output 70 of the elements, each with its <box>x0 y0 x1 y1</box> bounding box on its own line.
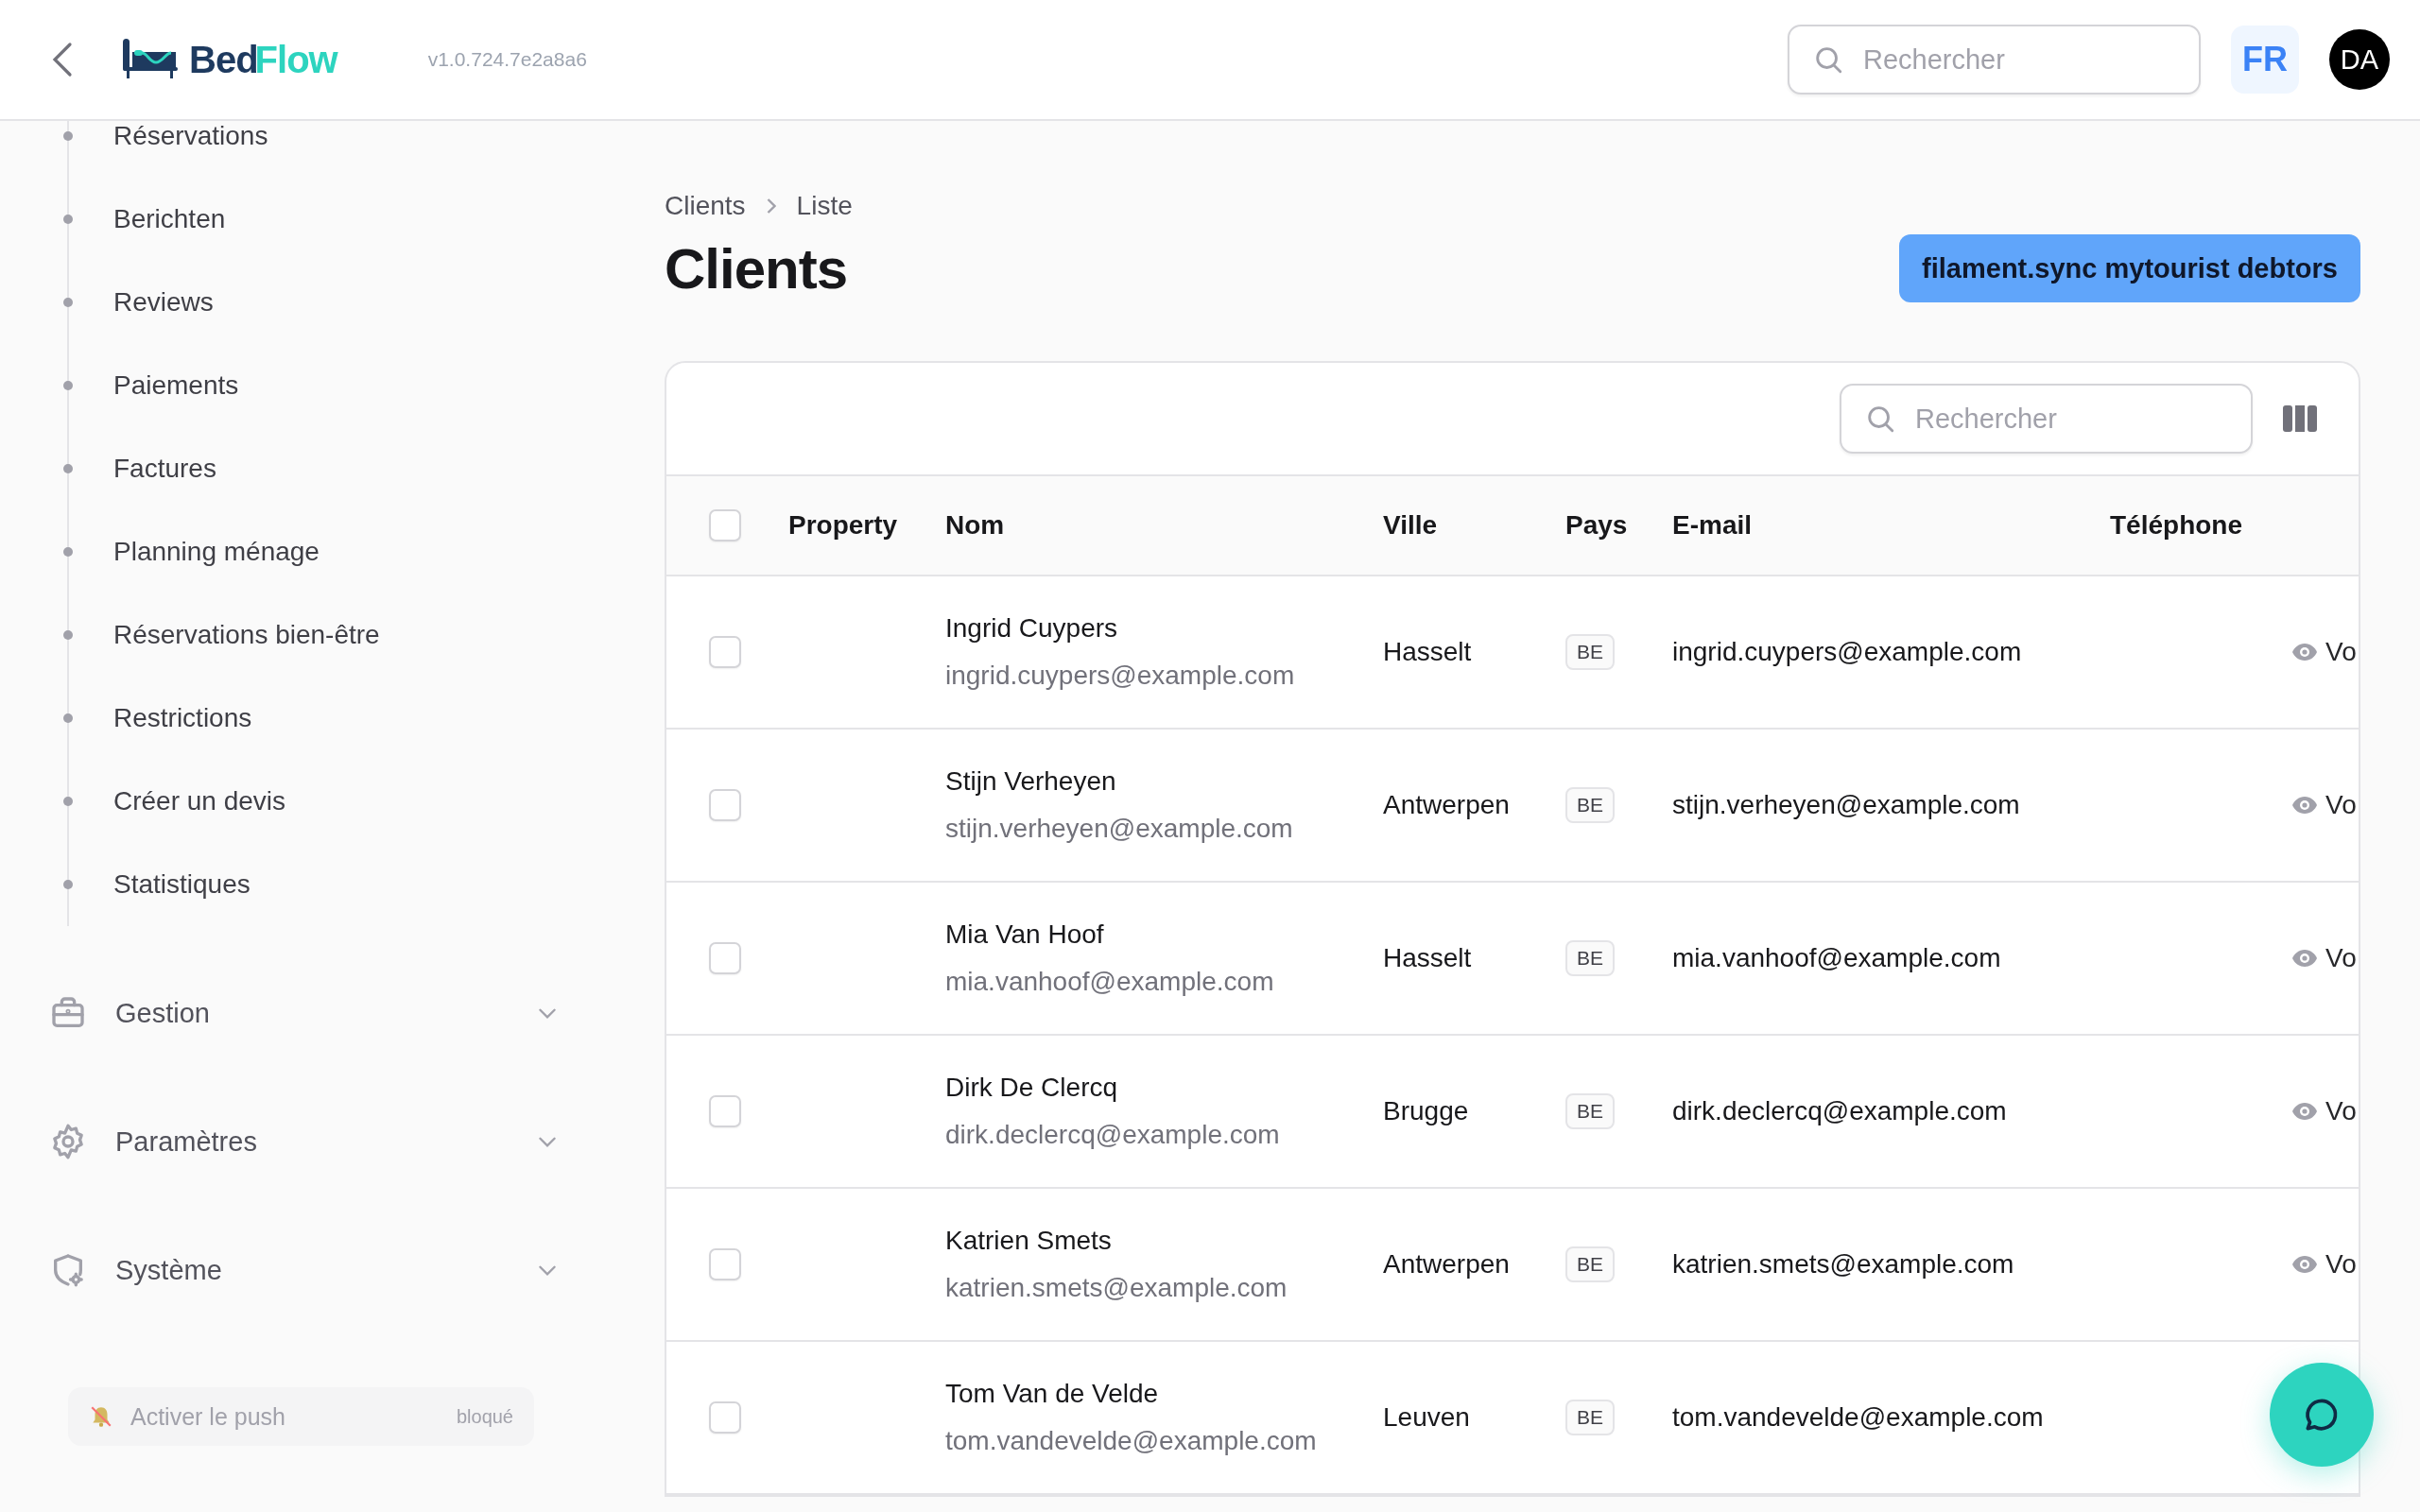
breadcrumb-link[interactable]: Liste <box>796 191 853 221</box>
table-cell-text: Tom Van de Velde <box>945 1379 1160 1409</box>
table-cell-text: tom.vandevelde@example.com <box>1672 1402 2045 1433</box>
user-avatar[interactable]: DA <box>2329 29 2390 90</box>
table-cell-text: katrien.smets@example.com <box>945 1273 1288 1303</box>
eye-icon <box>2291 1102 2318 1121</box>
view-link[interactable]: Vo <box>2291 1249 2359 1280</box>
table-cell-text: Hasselt <box>1383 637 1473 667</box>
columns-icon <box>2283 405 2317 432</box>
table-cell-text: Ingrid Cuypers <box>945 613 1119 644</box>
sync-button[interactable]: filament.sync mytourist debtors <box>1899 234 2360 302</box>
row-checkbox[interactable] <box>709 636 741 668</box>
view-link[interactable]: Vo <box>2291 637 2359 667</box>
table-cell-text: ingrid.cuypers@example.com <box>945 661 1296 691</box>
row-checkbox[interactable] <box>709 942 741 974</box>
table-cell-text: Hasselt <box>1383 943 1473 973</box>
table-cell-text: Leuven <box>1383 1402 1471 1433</box>
view-link[interactable]: Vo <box>2291 1096 2359 1126</box>
row-checkbox[interactable] <box>709 1248 741 1280</box>
row-checkbox[interactable] <box>709 1095 741 1127</box>
country-badge: BE <box>1565 940 1615 976</box>
table-cell-text: ingrid.cuypers@example.com <box>1672 637 2023 667</box>
table-cell-text: tom.vandevelde@example.com <box>945 1426 1318 1456</box>
table-cell-text: mia.vanhoof@example.com <box>1672 943 2002 973</box>
column-header[interactable]: Property <box>788 510 945 541</box>
logo-text: BedFlow <box>189 38 337 81</box>
column-header[interactable]: E-mail <box>1672 510 2110 541</box>
sidebar-group[interactable]: Paramètres <box>49 1077 560 1206</box>
column-header[interactable]: Ville <box>1383 510 1565 541</box>
table-cell-text: stijn.verheyen@example.com <box>945 814 1294 844</box>
country-badge: BE <box>1565 1093 1615 1129</box>
table-search-field[interactable]: Rechercher <box>1840 384 2253 454</box>
version-text: v1.0.724.7e2a8a6 <box>427 48 587 71</box>
eye-icon <box>2291 1255 2318 1274</box>
sidebar-group[interactable]: Système <box>49 1206 560 1334</box>
page-title: Clients <box>665 235 848 301</box>
chevron-right-icon <box>766 198 776 215</box>
table-cell-text: katrien.smets@example.com <box>1672 1249 2015 1280</box>
column-header[interactable]: Nom <box>945 510 1383 541</box>
country-badge: BE <box>1565 634 1615 670</box>
table-cell-text: Dirk De Clercq <box>945 1073 1119 1103</box>
country-badge: BE <box>1565 787 1615 823</box>
country-badge: BE <box>1565 1400 1615 1435</box>
bell-off-icon <box>89 1404 113 1429</box>
columns-button[interactable] <box>2283 405 2317 432</box>
table-cell-text: mia.vanhoof@example.com <box>945 967 1275 997</box>
column-header[interactable]: Pays <box>1565 510 1672 541</box>
column-header[interactable]: Téléphone <box>2110 510 2291 541</box>
eye-icon <box>2291 643 2318 662</box>
eye-icon <box>2291 796 2318 815</box>
select-all-checkbox[interactable] <box>709 509 741 541</box>
bed-logo-icon <box>123 39 178 80</box>
table-cell-text: Antwerpen <box>1383 790 1511 820</box>
table-cell-text: Brugge <box>1383 1096 1470 1126</box>
table-cell-text: Mia Van Hoof <box>945 919 1105 950</box>
row-checkbox[interactable] <box>709 789 741 821</box>
view-link[interactable]: Vo <box>2291 943 2359 973</box>
table-cell-text: Katrien Smets <box>945 1226 1113 1256</box>
search-field[interactable]: Rechercher <box>1788 25 2201 94</box>
table-cell-text: stijn.verheyen@example.com <box>1672 790 2021 820</box>
table-cell-text: Antwerpen <box>1383 1249 1511 1280</box>
view-link[interactable]: Vo <box>2291 790 2359 820</box>
breadcrumb-link[interactable]: Clients <box>665 191 746 221</box>
table-cell-text: dirk.declercq@example.com <box>945 1120 1281 1150</box>
table-cell-text: Stijn Verheyen <box>945 766 1117 797</box>
country-badge: BE <box>1565 1246 1615 1282</box>
table-cell-text: dirk.declercq@example.com <box>1672 1096 2008 1126</box>
sidebar-group[interactable]: Gestion <box>49 949 560 1077</box>
eye-icon <box>2291 949 2318 968</box>
row-checkbox[interactable] <box>709 1401 741 1434</box>
